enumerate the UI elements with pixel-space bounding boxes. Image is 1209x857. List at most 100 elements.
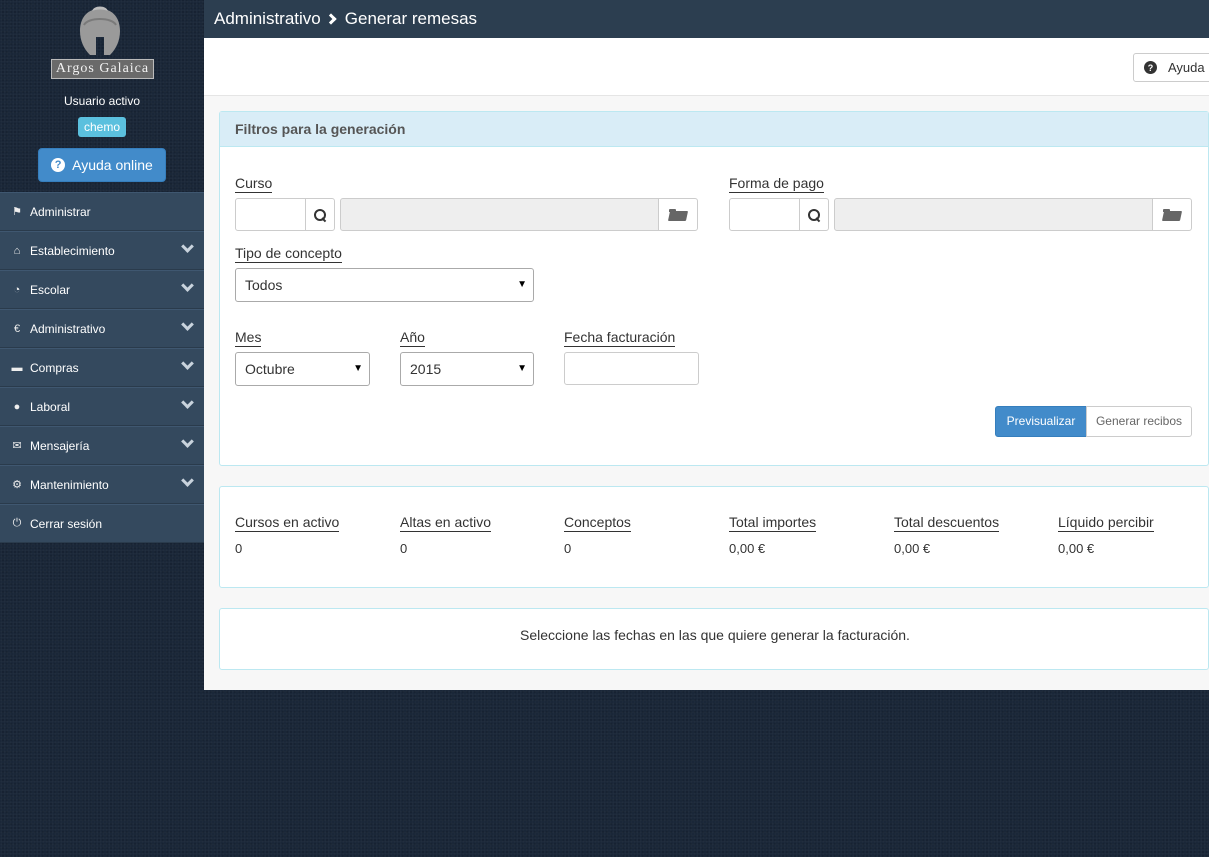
sidebar-item-mensajeria[interactable]: ✉ Mensajería: [0, 426, 204, 465]
stat-value: 0: [235, 541, 243, 556]
previsualizar-button[interactable]: Previsualizar: [995, 406, 1087, 437]
filters-panel-title: Filtros para la generación: [220, 112, 1208, 147]
toolbar: ? Ayuda: [204, 38, 1209, 96]
curso-label: Curso: [235, 175, 273, 193]
user-badge: chemo: [78, 117, 126, 137]
help-online-button[interactable]: ? Ayuda online: [38, 148, 166, 182]
stat-value: 0,00 €: [894, 541, 931, 556]
question-circle-icon: ?: [1144, 61, 1157, 74]
home-icon: ⌂: [13, 244, 21, 257]
stat-label: Cursos en activo: [235, 514, 340, 532]
anio-label: Año: [400, 329, 425, 347]
help-button[interactable]: ? Ayuda: [1133, 53, 1209, 82]
logo-text: Argos Galaica: [51, 59, 154, 79]
caret-down-icon: ▼: [353, 363, 363, 374]
fecha-facturacion-label: Fecha facturación: [564, 329, 676, 347]
dashboard-icon: ◔: [13, 283, 21, 296]
filters-panel: Filtros para la generación Curso Forma d…: [219, 111, 1209, 466]
generar-recibos-button[interactable]: Generar recibos: [1086, 406, 1192, 437]
mes-select[interactable]: Octubre ▼: [235, 352, 370, 386]
anio-value: 2015: [410, 361, 442, 377]
info-message: Seleccione las fechas en las que quiere …: [520, 627, 910, 643]
curso-code-input[interactable]: [235, 198, 306, 231]
stat-value: 0: [564, 541, 572, 556]
forma-pago-label: Forma de pago: [729, 175, 824, 193]
sidebar-item-label: Mensajería: [30, 438, 90, 453]
sidebar-item-label: Administrar: [30, 204, 91, 219]
stat-value: 0: [400, 541, 408, 556]
chevron-down-icon: [181, 357, 194, 370]
question-circle-icon: ?: [51, 158, 66, 172]
stat-value: 0,00 €: [1058, 541, 1095, 556]
fecha-facturacion-input[interactable]: [564, 352, 699, 385]
chevron-down-icon: [181, 318, 194, 331]
curso-search-button[interactable]: [305, 198, 335, 231]
flag-icon: ⚑: [12, 206, 22, 218]
message-panel: Seleccione las fechas en las que quiere …: [219, 608, 1209, 670]
stat-label: Total descuentos: [894, 514, 1000, 532]
power-icon: ⏻: [12, 517, 22, 529]
stat-label: Conceptos: [564, 514, 631, 532]
forma-pago-search-button[interactable]: [799, 198, 829, 231]
sidebar-item-establecimiento[interactable]: ⌂ Establecimiento: [0, 231, 204, 270]
page-title: Generar remesas: [344, 9, 478, 28]
breadcrumb-section[interactable]: Administrativo: [214, 9, 321, 29]
mes-value: Octubre: [245, 361, 295, 377]
tipo-concepto-select[interactable]: Todos ▼: [235, 268, 534, 302]
sidebar-item-cerrar-sesion[interactable]: ⏻ Cerrar sesión: [0, 504, 204, 543]
chevron-down-icon: [181, 474, 194, 487]
sidebar-item-compras[interactable]: ▬ Compras: [0, 348, 204, 387]
anio-select[interactable]: 2015 ▼: [400, 352, 534, 386]
sidebar-nav: ⚑ Administrar ⌂ Establecimiento ◔ Escola…: [0, 192, 204, 543]
spartan-helmet-icon: [80, 6, 120, 55]
sidebar-item-label: Escolar: [30, 282, 71, 297]
caret-down-icon: ▼: [517, 363, 527, 374]
summary-panel: Cursos en activo 0 Altas en activo 0 Con…: [219, 486, 1209, 588]
envelope-icon: ✉: [12, 440, 22, 452]
search-icon: [314, 208, 326, 221]
sidebar-item-label: Laboral: [30, 399, 71, 414]
main-content: ? Ayuda Filtros para la generación Curso…: [204, 38, 1209, 690]
sidebar-item-escolar[interactable]: ◔ Escolar: [0, 270, 204, 309]
sidebar-item-administrativo[interactable]: € Administrativo: [0, 309, 204, 348]
forma-pago-name-field: [834, 198, 1154, 231]
sidebar-item-label: Establecimiento: [30, 243, 115, 258]
logo[interactable]: Argos Galaica: [50, 5, 155, 79]
sidebar-item-administrar[interactable]: ⚑ Administrar: [0, 192, 204, 231]
sidebar-item-label: Administrativo: [30, 321, 106, 336]
euro-icon: €: [13, 322, 21, 335]
folder-open-icon: [669, 208, 687, 221]
search-icon: [808, 208, 820, 221]
sidebar-item-label: Mantenimiento: [30, 477, 109, 492]
cog-icon: ⚙: [12, 479, 22, 491]
user-icon: ●: [13, 400, 21, 413]
chevron-down-icon: [181, 279, 194, 292]
briefcase-icon: ▬: [11, 361, 23, 374]
stat-label: Líquido percibir: [1058, 514, 1154, 532]
sidebar-item-laboral[interactable]: ● Laboral: [0, 387, 204, 426]
sidebar: Argos Galaica Usuario activo chemo ? Ayu…: [0, 0, 204, 857]
chevron-right-icon: [325, 13, 337, 25]
mes-label: Mes: [235, 329, 262, 347]
folder-open-icon: [1163, 208, 1181, 221]
forma-pago-code-input[interactable]: [729, 198, 800, 231]
forma-pago-browse-button[interactable]: [1152, 198, 1192, 231]
tipo-concepto-value: Todos: [245, 277, 283, 293]
chevron-down-icon: [181, 396, 194, 409]
chevron-down-icon: [181, 435, 194, 448]
help-button-label: Ayuda: [1168, 60, 1205, 75]
stat-value: 0,00 €: [729, 541, 766, 556]
curso-browse-button[interactable]: [658, 198, 698, 231]
sidebar-item-mantenimiento[interactable]: ⚙ Mantenimiento: [0, 465, 204, 504]
stat-label: Total importes: [729, 514, 817, 532]
help-online-label: Ayuda online: [72, 157, 153, 173]
user-label: Usuario activo: [63, 94, 141, 108]
caret-down-icon: ▼: [517, 279, 527, 290]
tipo-concepto-label: Tipo de concepto: [235, 245, 342, 263]
chevron-down-icon: [181, 240, 194, 253]
sidebar-item-label: Cerrar sesión: [30, 516, 103, 531]
stat-label: Altas en activo: [400, 514, 492, 532]
breadcrumb: Administrativo Generar remesas: [204, 0, 1209, 38]
curso-name-field: [340, 198, 660, 231]
sidebar-item-label: Compras: [30, 360, 79, 375]
